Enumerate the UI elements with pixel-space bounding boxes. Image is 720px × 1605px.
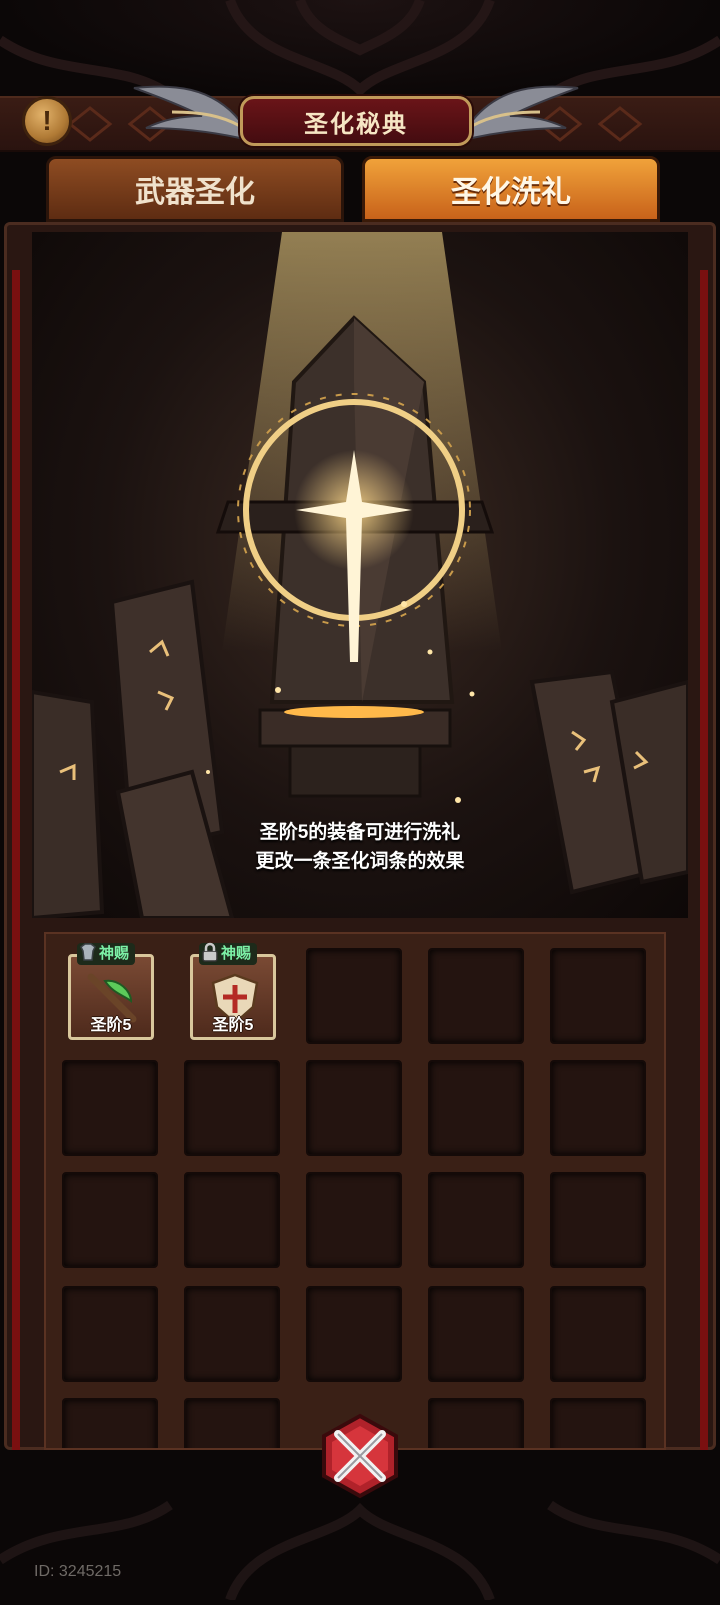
inventory-slot-empty[interactable]: [428, 1060, 524, 1156]
inventory-grid: 神赐 圣阶5 神赐 圣阶5: [44, 932, 666, 1450]
inventory-item-slot[interactable]: 神赐 圣阶5: [190, 942, 276, 1040]
exclamation-icon: !: [42, 105, 52, 136]
panel-rail: [700, 270, 708, 1450]
right-wing-icon: [471, 85, 579, 140]
tab-label: 圣化洗礼: [451, 176, 571, 209]
inventory-slot-empty[interactable]: [184, 1286, 280, 1382]
inventory-slot-empty[interactable]: [62, 1060, 158, 1156]
crossed-swords-close-icon: [322, 1413, 398, 1499]
left-wing-icon: [133, 85, 241, 140]
inventory-slot-empty[interactable]: [306, 1172, 402, 1268]
item-badge: 神赐: [77, 943, 136, 965]
item-badge-text: 神赐: [221, 945, 252, 962]
inventory-slot-empty[interactable]: [306, 948, 402, 1044]
close-button[interactable]: [316, 1412, 404, 1500]
lock-icon: [202, 942, 218, 962]
item-badge: 神赐: [199, 942, 258, 965]
inventory-slot-empty[interactable]: [550, 1060, 646, 1156]
baptism-caption-line1: 圣阶5的装备可进行洗礼: [259, 822, 461, 843]
inventory-slot-empty[interactable]: [428, 1172, 524, 1268]
baptism-caption-line2: 更改一条圣化词条的效果: [255, 851, 465, 872]
info-button[interactable]: !: [22, 96, 72, 146]
inventory-slot-empty[interactable]: [184, 1398, 280, 1448]
top-ornament: [0, 0, 720, 100]
ornament-pattern: [0, 0, 720, 100]
inventory-slot-empty[interactable]: [62, 1172, 158, 1268]
tab-label: 武器圣化: [135, 176, 255, 209]
inventory-slot-empty[interactable]: [184, 1172, 280, 1268]
inventory-slot-empty[interactable]: [62, 1286, 158, 1382]
inventory-slot-empty[interactable]: [550, 1172, 646, 1268]
inventory-slot-empty[interactable]: [550, 1286, 646, 1382]
inventory-slot-empty[interactable]: [306, 1286, 402, 1382]
inventory-slot-empty[interactable]: [62, 1398, 158, 1448]
item-level: 圣阶5: [212, 1017, 254, 1034]
inventory-slot-empty[interactable]: [428, 948, 524, 1044]
tab-weapon-sanctify[interactable]: 武器圣化: [46, 156, 344, 222]
page-title: 圣化秘典: [304, 110, 408, 138]
user-id: ID: 3245215: [34, 1563, 122, 1580]
inventory-slot-empty[interactable]: [306, 1060, 402, 1156]
inventory-slot-empty[interactable]: [184, 1060, 280, 1156]
item-level: 圣阶5: [90, 1017, 132, 1034]
item-badge-text: 神赐: [99, 945, 130, 962]
inventory-slot-empty[interactable]: [550, 1398, 646, 1448]
inventory-slot-empty[interactable]: [428, 1286, 524, 1382]
panel-rail: [12, 270, 20, 1450]
altar-scene: [32, 232, 688, 918]
inventory-slot-empty[interactable]: [550, 948, 646, 1044]
inventory-slot-empty[interactable]: [428, 1398, 524, 1448]
altar-artwork: [32, 232, 688, 918]
inventory-item-slot[interactable]: 神赐 圣阶5: [68, 943, 154, 1040]
tab-sanctify-baptism[interactable]: 圣化洗礼: [362, 156, 660, 222]
armor-icon: [80, 943, 96, 961]
page-title-plate: 圣化秘典: [240, 96, 472, 146]
